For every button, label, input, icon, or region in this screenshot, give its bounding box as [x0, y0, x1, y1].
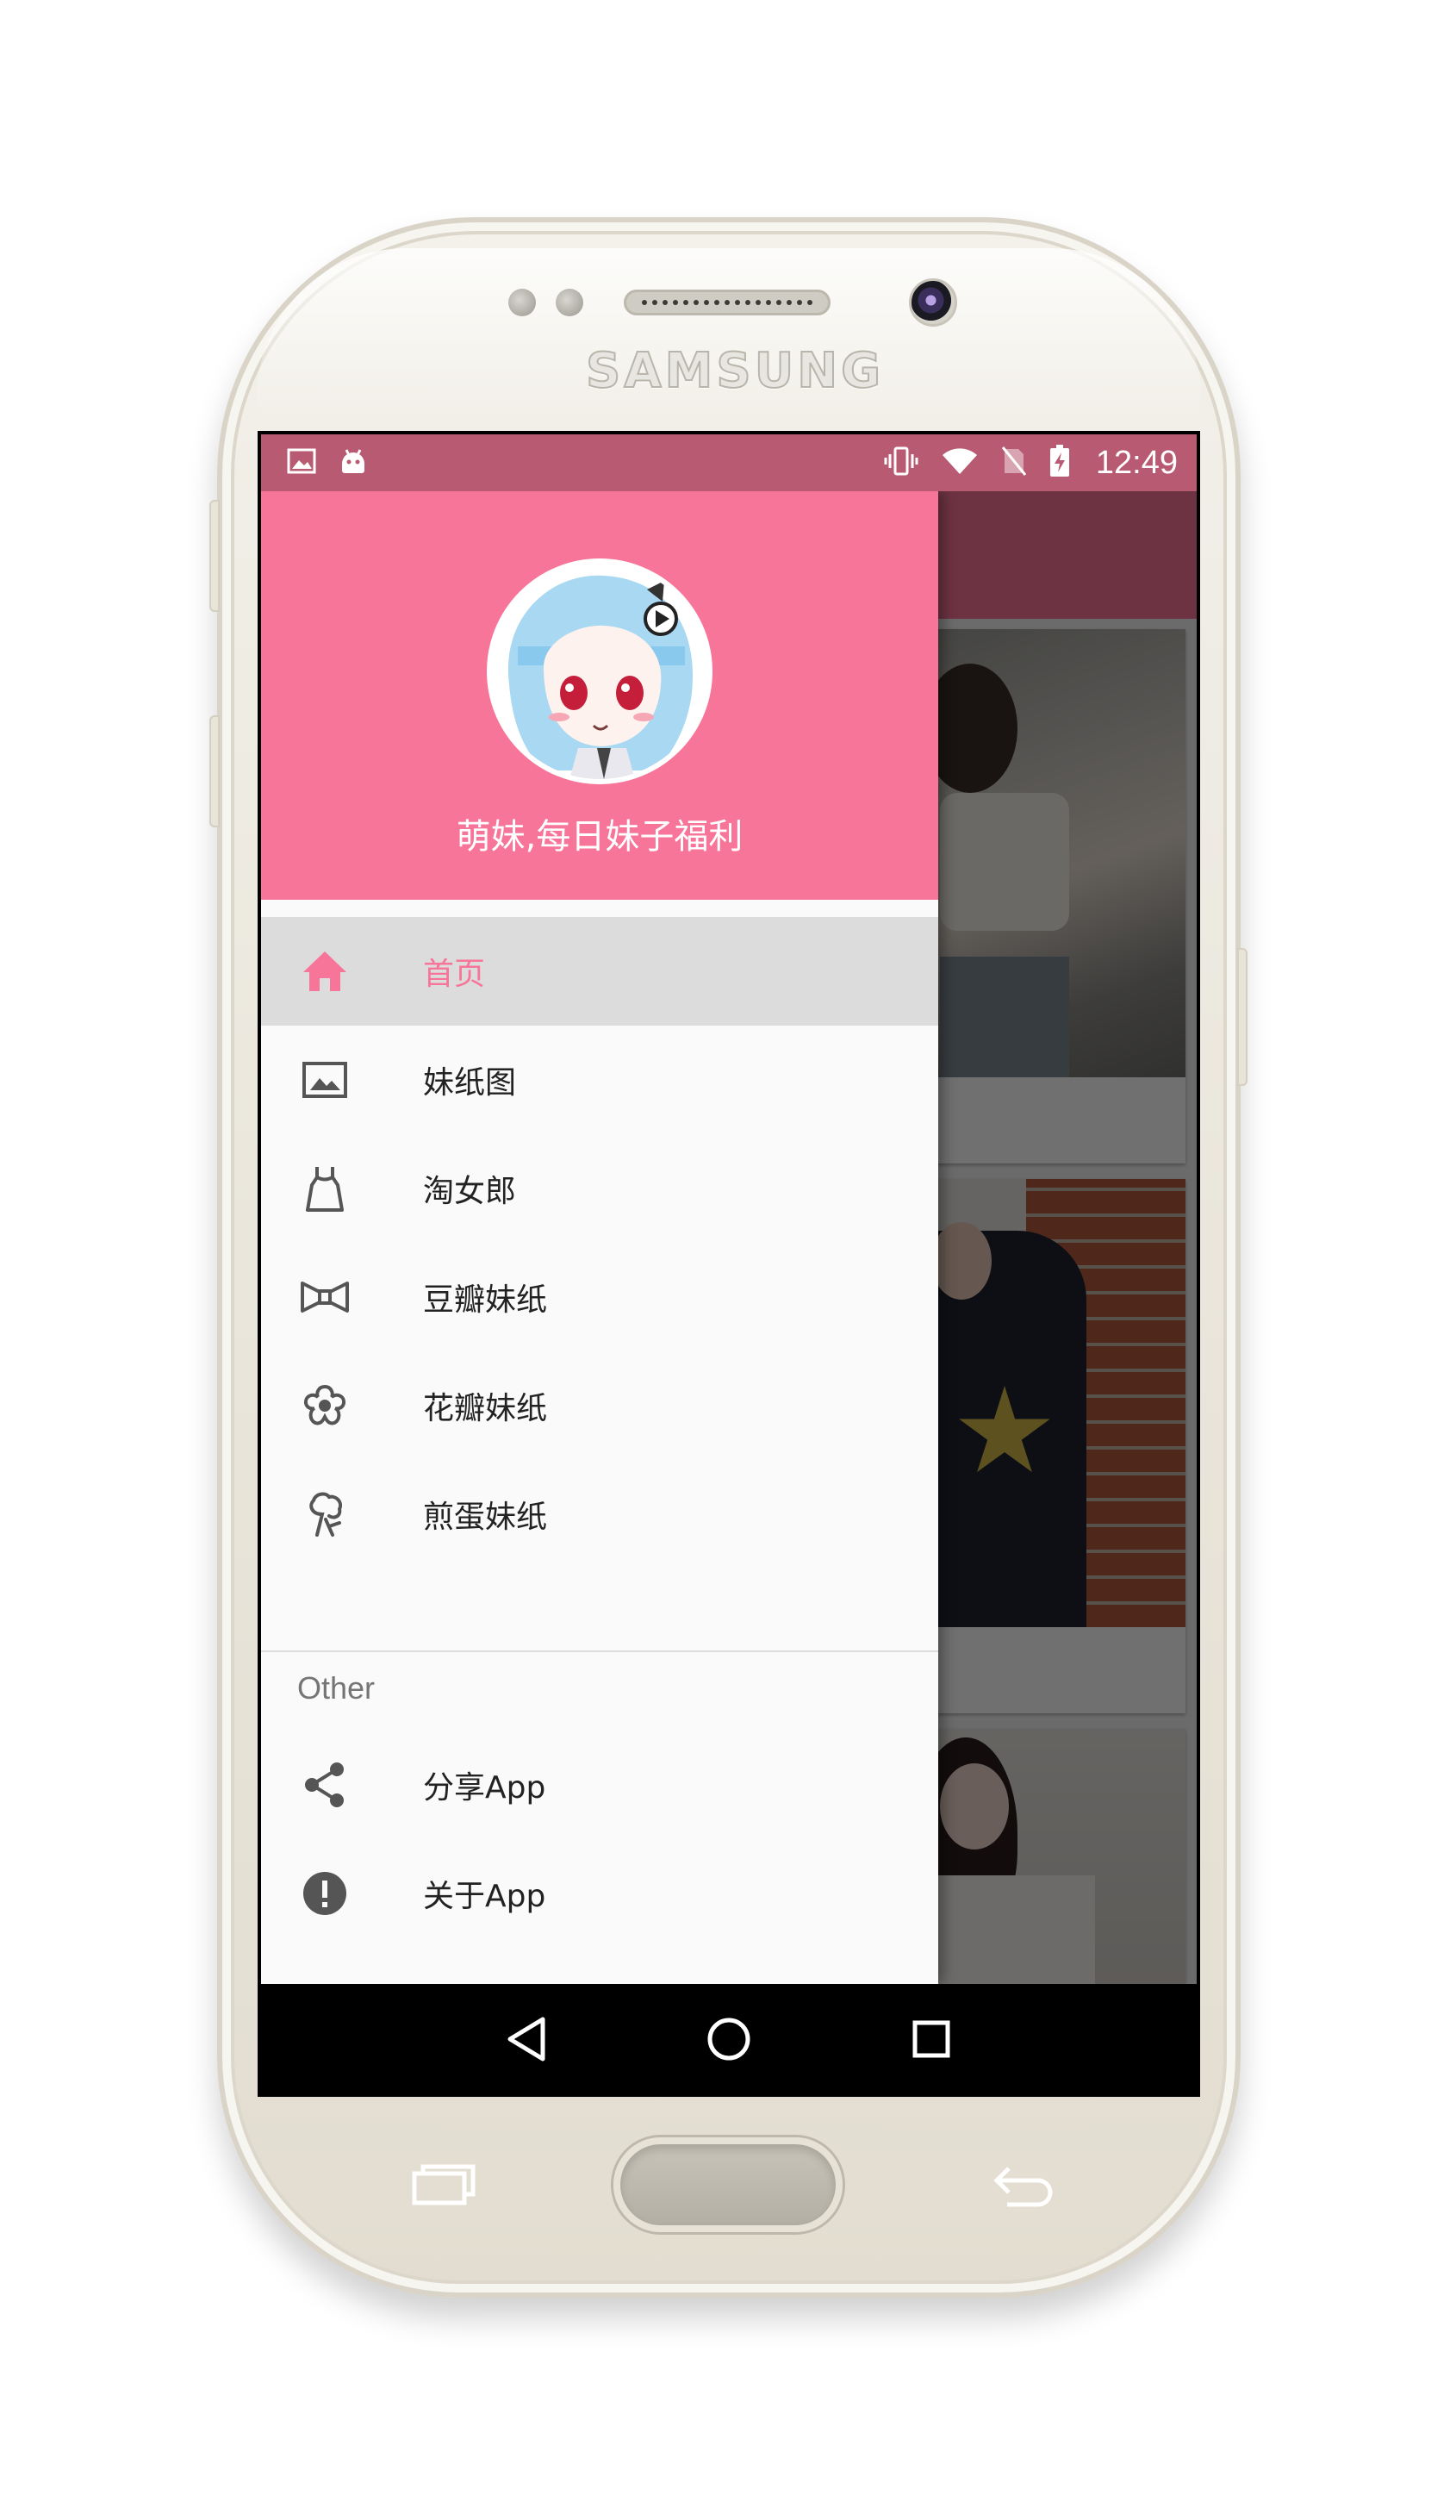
- home-icon: [297, 944, 352, 999]
- back-icon[interactable]: [492, 2005, 561, 2074]
- info-icon: [297, 1866, 352, 1921]
- share-icon: [297, 1757, 352, 1812]
- drawer-item-label: 首页: [423, 957, 486, 992]
- drawer-item-images[interactable]: 妹纸图: [261, 1026, 938, 1134]
- android-notification-icon: [339, 446, 368, 479]
- drawer-item-about[interactable]: 关于App: [261, 1839, 938, 1948]
- side-button-right: [1237, 948, 1248, 1086]
- bowtie-icon: [297, 1269, 352, 1325]
- home-circle-icon[interactable]: [694, 2005, 763, 2074]
- tree-icon: [297, 1487, 352, 1542]
- dress-icon: [297, 1161, 352, 1216]
- proximity-sensor: [508, 289, 536, 316]
- drawer-item-label: 分享App: [423, 1770, 546, 1806]
- drawer-menu: 首页 妹纸图 淘女郎 豆瓣妹纸 花瓣妹纸 煎蛋妹纸: [261, 917, 938, 1569]
- drawer-header: 萌妹,每日妹子福利: [261, 491, 938, 900]
- side-button-left-top: [209, 500, 220, 612]
- clock: 12:49: [1095, 444, 1178, 481]
- app-area: 萌妹,每日妹子福利 首页 妹纸图 淘女郎 豆瓣妹纸 花瓣妹纸 煎蛋妹纸 Othe…: [261, 491, 1197, 1984]
- recents-key-icon: [412, 2164, 476, 2205]
- drawer-item-label: 豆瓣妹纸: [423, 1282, 548, 1318]
- anime-girl-avatar-image: [492, 564, 707, 779]
- vibrate-icon: [884, 446, 918, 480]
- drawer-header-title: 萌妹,每日妹子福利: [456, 817, 744, 857]
- recents-icon[interactable]: [897, 2005, 966, 2074]
- drawer-item-share[interactable]: 分享App: [261, 1731, 938, 1839]
- system-navigation-bar: [261, 1984, 1197, 2093]
- brand-logo: SAMSUNG: [585, 342, 885, 400]
- front-camera: [909, 278, 957, 327]
- drawer-divider: [261, 1650, 938, 1652]
- no-sim-icon: [1001, 446, 1027, 480]
- drawer-item-taobao[interactable]: 淘女郎: [261, 1134, 938, 1243]
- hardware-recents-key[interactable]: [405, 2155, 482, 2215]
- drawer-item-douban[interactable]: 豆瓣妹纸: [261, 1243, 938, 1351]
- navigation-drawer: 萌妹,每日妹子福利 首页 妹纸图 淘女郎 豆瓣妹纸 花瓣妹纸 煎蛋妹纸 Othe…: [261, 491, 938, 1984]
- avatar[interactable]: [487, 558, 712, 784]
- image-notification-icon: [287, 448, 316, 477]
- back-key-icon: [993, 2167, 1053, 2207]
- light-sensor: [556, 289, 583, 316]
- drawer-item-huaban[interactable]: 花瓣妹纸: [261, 1351, 938, 1460]
- earpiece-speaker: [624, 290, 831, 315]
- flower-icon: [297, 1378, 352, 1433]
- status-bar: 12:49: [261, 434, 1197, 491]
- hardware-home-key[interactable]: [613, 2137, 843, 2232]
- drawer-item-label: 妹纸图: [423, 1065, 517, 1101]
- battery-charging-icon: [1049, 445, 1070, 481]
- image-icon: [297, 1052, 352, 1107]
- drawer-item-home[interactable]: 首页: [261, 917, 938, 1026]
- drawer-item-label: 花瓣妹纸: [423, 1391, 548, 1426]
- drawer-other-menu: 分享App 关于App: [261, 1700, 938, 1948]
- hardware-back-key[interactable]: [984, 2155, 1061, 2215]
- drawer-item-label: 淘女郎: [423, 1174, 517, 1209]
- phone-screen: 12:49 萌妹,每日妹子福利 首页 妹纸图 淘女郎 豆瓣妹纸 花瓣妹纸 煎蛋妹…: [258, 431, 1200, 2097]
- drawer-item-label: 煎蛋妹纸: [423, 1500, 548, 1535]
- drawer-item-label: 关于App: [423, 1879, 546, 1914]
- wifi-icon: [941, 446, 979, 479]
- drawer-item-jiandan[interactable]: 煎蛋妹纸: [261, 1460, 938, 1569]
- side-button-left-bottom: [209, 715, 220, 827]
